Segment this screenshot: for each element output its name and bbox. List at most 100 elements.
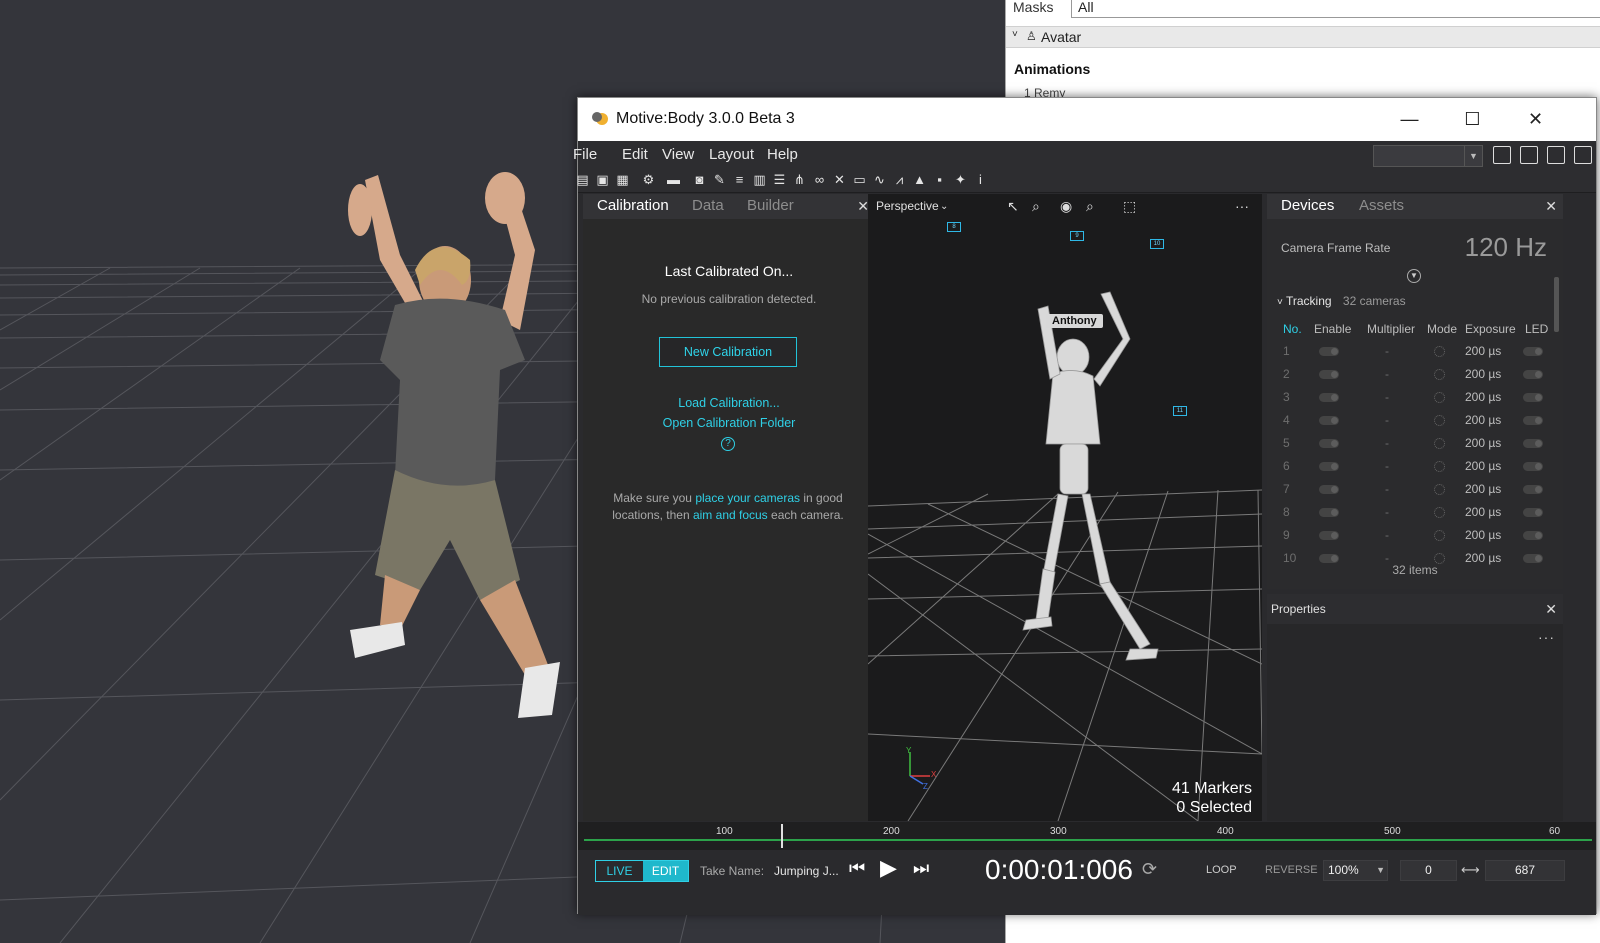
list-icon[interactable]: ☰ [772,172,787,187]
frame-rate-value[interactable]: 120 Hz [1465,232,1547,263]
load-calibration-link[interactable]: Load Calibration... [583,396,875,410]
enable-toggle[interactable] [1319,347,1339,356]
avatar-row[interactable]: ˅ ♙ Avatar [1006,26,1600,48]
tools-icon[interactable]: ✕ [832,172,847,187]
masks-dropdown[interactable]: All [1071,0,1600,18]
tracking-group-header[interactable]: ˅ Tracking 32 cameras [1277,294,1406,308]
help-icon[interactable]: ? [721,437,735,451]
tab-builder[interactable]: Builder [747,197,794,214]
menu-view[interactable]: View [662,146,694,163]
mode-icon[interactable] [1434,484,1445,495]
play-icon[interactable]: ▶ [880,855,897,881]
camera-row[interactable]: 3 - 200 µs [1281,387,1553,410]
place-cameras-link[interactable]: place your cameras [695,491,800,505]
wand-icon[interactable]: ✎ [712,172,727,187]
more-options-icon[interactable]: ··· [1235,198,1249,214]
device-icon[interactable]: ▥ [752,172,767,187]
camera-row[interactable]: 2 - 200 µs [1281,364,1553,387]
camera-icon[interactable]: ◙ [692,172,707,187]
edit-mode-button[interactable]: EDIT [643,861,688,881]
exposure-value[interactable]: 200 µs [1465,505,1501,519]
mode-icon[interactable] [1434,369,1445,380]
exposure-value[interactable]: 200 µs [1465,344,1501,358]
mode-icon[interactable] [1434,530,1445,541]
new-calibration-button[interactable]: New Calibration [659,337,797,367]
camera-row[interactable]: 8 - 200 µs [1281,502,1553,525]
save-icon[interactable]: ▣ [595,172,610,187]
menu-file[interactable]: File [573,146,597,163]
menu-help[interactable]: Help [767,146,798,163]
minimize-button[interactable]: — [1378,98,1441,141]
save-all-icon[interactable]: ▦ [615,172,630,187]
aim-focus-link[interactable]: aim and focus [693,508,768,522]
mode-icon[interactable] [1434,415,1445,426]
camera-marker[interactable]: 11 [1173,406,1187,416]
tab-data[interactable]: Data [692,197,724,214]
led-toggle[interactable] [1523,531,1543,540]
camera-row[interactable]: 6 - 200 µs [1281,456,1553,479]
database-icon[interactable]: ≡ [732,172,747,187]
camera-marker[interactable]: 9 [1070,231,1084,241]
column-header-led[interactable]: LED [1525,322,1548,336]
more-options-icon[interactable]: ··· [1538,629,1555,645]
close-icon[interactable]: ✕ [1545,198,1557,215]
open-calibration-folder-link[interactable]: Open Calibration Folder [583,416,875,430]
camera-row[interactable]: 9 - 200 µs [1281,525,1553,548]
mode-icon[interactable] [1434,438,1445,449]
loop-icon[interactable]: ⟳ [1142,859,1157,880]
led-toggle[interactable] [1523,554,1543,563]
probe-icon[interactable]: ▲ [912,172,927,187]
selection-box-icon[interactable]: ⬚ [1123,198,1136,215]
mode-icon[interactable] [1434,392,1445,403]
link-icon[interactable]: ∞ [812,172,827,187]
exposure-value[interactable]: 200 µs [1465,528,1501,542]
view-mode-dropdown[interactable]: Perspective [876,199,939,213]
enable-toggle[interactable] [1319,531,1339,540]
settings-icon[interactable]: ⚙ [641,172,656,187]
led-toggle[interactable] [1523,393,1543,402]
layout-tool-3-icon[interactable] [1547,146,1565,164]
tab-devices[interactable]: Devices [1281,197,1334,214]
exposure-value[interactable]: 200 µs [1465,482,1501,496]
exposure-value[interactable]: 200 µs [1465,367,1501,381]
camera-marker[interactable]: 8 [947,222,961,232]
layout-tool-2-icon[interactable] [1520,146,1538,164]
speed-select[interactable]: 100% ▼ [1323,860,1388,881]
enable-toggle[interactable] [1319,508,1339,517]
range-start-field[interactable]: 0 [1400,860,1457,881]
camera-row[interactable]: 4 - 200 µs [1281,410,1553,433]
enable-toggle[interactable] [1319,393,1339,402]
playhead[interactable] [781,824,783,848]
open-icon[interactable]: ▤ [575,172,590,187]
mode-icon[interactable] [1434,461,1445,472]
column-header-mode[interactable]: Mode [1427,322,1457,336]
live-edit-switch[interactable]: LIVE EDIT [595,860,689,882]
mode-icon[interactable] [1434,507,1445,518]
loop-button[interactable]: LOOP [1206,864,1237,876]
card-icon[interactable]: ▭ [852,172,867,187]
zoom-icon[interactable]: ⌕ [1032,198,1040,215]
camera-row[interactable]: 1 - 200 µs [1281,341,1553,364]
tab-assets[interactable]: Assets [1359,197,1404,214]
skip-forward-icon[interactable]: ⏭ [913,858,929,879]
led-toggle[interactable] [1523,485,1543,494]
timeline-track[interactable] [584,839,1592,841]
layout-tool-1-icon[interactable] [1493,146,1511,164]
sparkle-icon[interactable]: ✦ [953,172,968,187]
enable-toggle[interactable] [1319,485,1339,494]
network-icon[interactable]: ⋔ [792,172,807,187]
panel-icon[interactable]: ▬ [666,172,681,187]
menu-edit[interactable]: Edit [622,146,648,163]
layout-tool-4-icon[interactable] [1574,146,1592,164]
subject-label[interactable]: Anthony [1046,314,1103,328]
column-header-exposure[interactable]: Exposure [1465,322,1516,336]
camera-marker[interactable]: 10 [1150,239,1164,249]
led-toggle[interactable] [1523,508,1543,517]
fit-view-icon[interactable]: ⌕ [1086,198,1094,215]
camera-row[interactable]: 7 - 200 µs [1281,479,1553,502]
enable-toggle[interactable] [1319,416,1339,425]
camera-row[interactable]: 5 - 200 µs [1281,433,1553,456]
perspective-viewport[interactable]: Perspective ⌄ ↖ ⌕ ◉ ⌕ ⬚ ··· 8 9 10 11 An… [868,194,1262,821]
enable-toggle[interactable] [1319,439,1339,448]
skip-back-icon[interactable]: ⏮ [849,858,865,879]
